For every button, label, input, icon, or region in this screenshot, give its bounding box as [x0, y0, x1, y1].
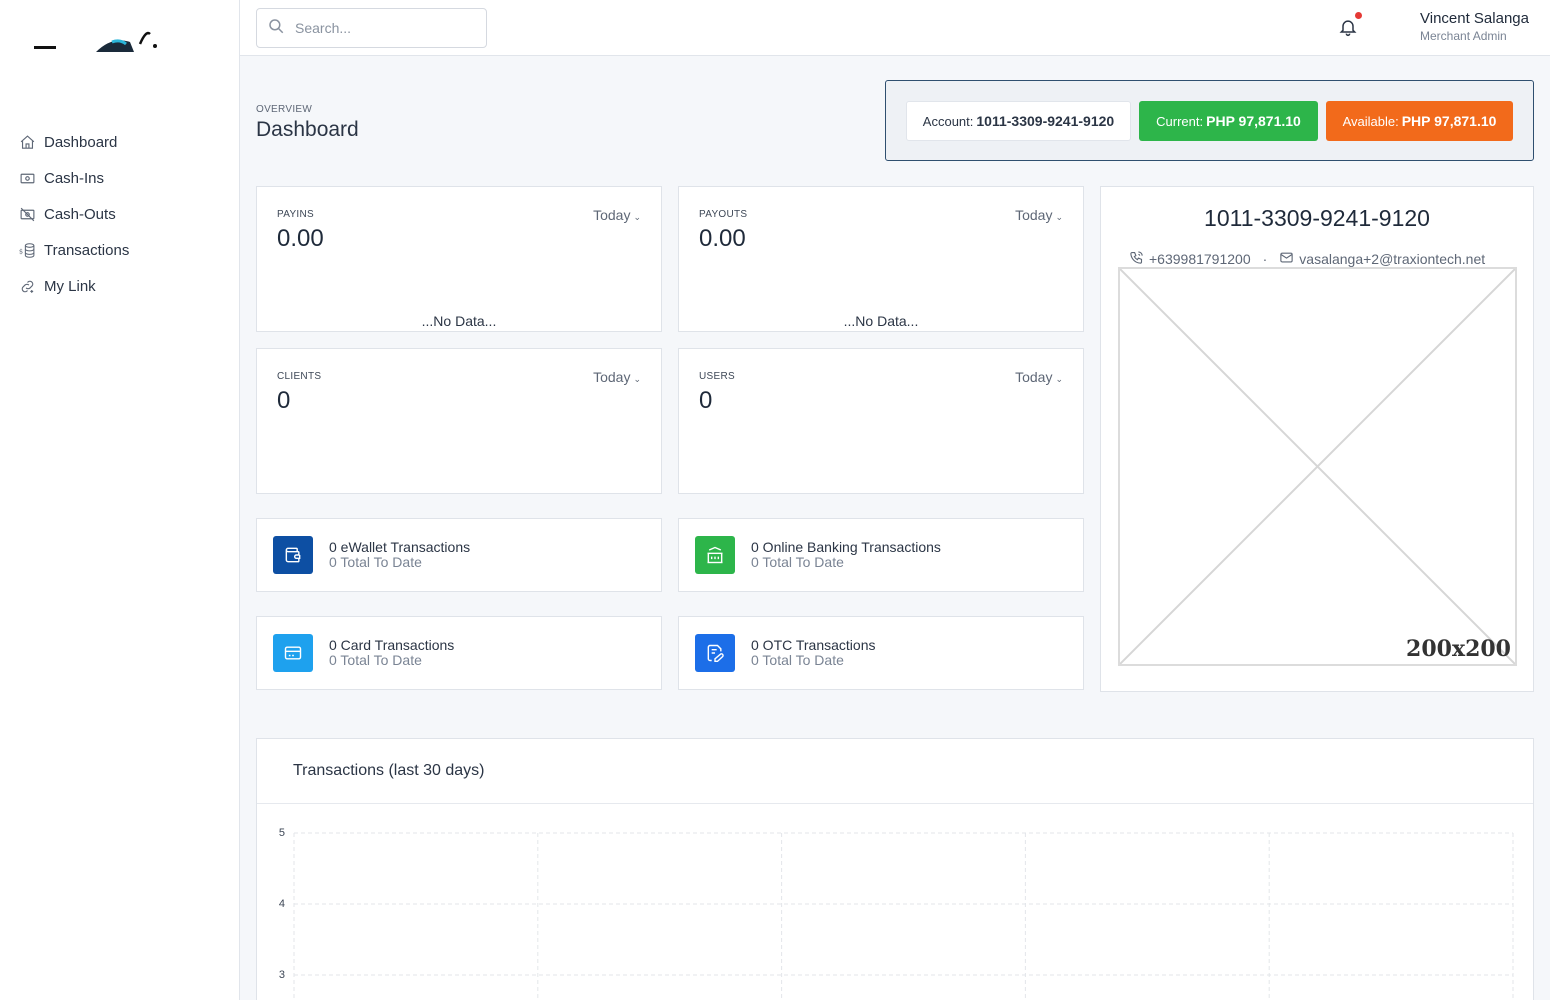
users-card: USERS 0 Today ⌄: [678, 348, 1084, 494]
payins-no-data: ...No Data...: [421, 313, 497, 329]
ewallet-title: 0 eWallet Transactions: [329, 539, 471, 555]
payins-value: 0.00: [277, 225, 324, 252]
cash-icon: [18, 169, 36, 187]
cash-off-icon: [18, 205, 36, 223]
chevron-down-icon: ⌄: [633, 374, 641, 384]
chevron-down-icon: ⌄: [1055, 212, 1063, 222]
notification-badge: [1355, 12, 1362, 19]
sidebar-item-my-link[interactable]: My Link: [0, 268, 240, 304]
mail-icon: [1279, 250, 1299, 268]
payouts-label: PAYOUTS: [699, 209, 748, 220]
sidebar-item-label: Cash-Outs: [44, 205, 116, 223]
ewallet-transactions-card: 0 eWallet Transactions 0 Total To Date: [256, 518, 662, 592]
chart-y-tick-label: 4: [279, 898, 285, 910]
payins-card: PAYINS 0.00 Today ⌄ ...No Data...: [256, 186, 662, 332]
account-balance-panel: Account: 1011-3309-9241-9120 Current: PH…: [885, 80, 1534, 161]
topbar: Vincent Salanga Merchant Admin: [240, 0, 1550, 56]
sidebar-item-label: Cash-Ins: [44, 169, 105, 187]
sidebar-item-dashboard[interactable]: Dashboard: [0, 124, 240, 160]
account-profile-card: 1011-3309-9241-9120 +639981791200 · vasa…: [1100, 186, 1534, 692]
sidebar-item-cash-outs[interactable]: Cash-Outs: [0, 196, 240, 232]
payins-period-dropdown[interactable]: Today ⌄: [593, 207, 641, 223]
current-value: PHP 97,871.10: [1206, 113, 1301, 129]
svg-text:$: $: [19, 247, 23, 255]
sidebar-item-label: My Link: [44, 277, 96, 295]
credit-card-icon: [273, 634, 313, 672]
chart-y-tick-label: 3: [279, 969, 285, 981]
otc-subtitle: 0 Total To Date: [751, 652, 844, 668]
payins-label: PAYINS: [277, 209, 314, 220]
user-menu[interactable]: Vincent Salanga Merchant Admin: [1420, 10, 1529, 43]
payouts-period-dropdown[interactable]: Today ⌄: [1015, 207, 1063, 223]
period-label: Today: [593, 369, 631, 385]
users-label: USERS: [699, 371, 735, 382]
user-role: Merchant Admin: [1420, 29, 1507, 43]
otc-transactions-card: 0 OTC Transactions 0 Total To Date: [678, 616, 1084, 690]
payouts-no-data: ...No Data...: [843, 313, 919, 329]
account-value: 1011-3309-9241-9120: [976, 113, 1115, 129]
available-balance-badge: Available: PHP 97,871.10: [1326, 101, 1513, 141]
page-title: Dashboard: [256, 118, 359, 141]
banking-subtitle: 0 Total To Date: [751, 554, 844, 570]
search-box[interactable]: [256, 8, 487, 48]
chevron-down-icon: ⌄: [1055, 374, 1063, 384]
link-icon: [18, 277, 36, 295]
account-number-badge: Account: 1011-3309-9241-9120: [906, 101, 1131, 141]
current-balance-badge: Current: PHP 97,871.10: [1139, 101, 1318, 141]
user-name: Vincent Salanga: [1420, 10, 1529, 27]
bank-icon: [695, 536, 735, 574]
available-value: PHP 97,871.10: [1401, 113, 1497, 129]
profile-contact: +639981791200 · vasalanga+2@traxiontech.…: [1129, 250, 1485, 268]
card-transactions-card: 0 Card Transactions 0 Total To Date: [256, 616, 662, 690]
sidebar-item-label: Transactions: [44, 241, 130, 259]
page-pretitle: OVERVIEW: [256, 104, 313, 115]
chart-y-tick-label: 5: [279, 827, 285, 839]
sidebar-item-label: Dashboard: [44, 133, 118, 151]
card-title: 0 Card Transactions: [329, 637, 455, 653]
transactions-chart-card: Transactions (last 30 days) 5 4 3: [256, 738, 1534, 1000]
users-period-dropdown[interactable]: Today ⌄: [1015, 369, 1063, 385]
sidebar-item-cash-ins[interactable]: Cash-Ins: [0, 160, 240, 196]
online-banking-transactions-card: 0 Online Banking Transactions 0 Total To…: [678, 518, 1084, 592]
clients-label: CLIENTS: [277, 371, 322, 382]
period-label: Today: [1015, 207, 1053, 223]
payouts-card: PAYOUTS 0.00 Today ⌄ ...No Data...: [678, 186, 1084, 332]
profile-email: vasalanga+2@traxiontech.net: [1299, 251, 1486, 267]
ewallet-subtitle: 0 Total To Date: [329, 554, 422, 570]
receipt-edit-icon: [695, 634, 735, 672]
payouts-value: 0.00: [699, 225, 746, 252]
profile-account-number: 1011-3309-9241-9120: [1204, 205, 1430, 231]
account-label: Account:: [922, 113, 974, 129]
qr-code-placeholder-image: 200x200: [1118, 267, 1517, 666]
bell-icon: [1338, 20, 1358, 42]
search-icon: [267, 17, 285, 40]
profile-phone: +639981791200: [1149, 251, 1251, 267]
available-label: Available:: [1342, 113, 1399, 129]
database-dollar-icon: $: [18, 241, 36, 259]
placeholder-dimensions: 200x200: [1406, 636, 1511, 662]
transactions-line-chart: 5 4 3: [279, 827, 1514, 1000]
clients-period-dropdown[interactable]: Today ⌄: [593, 369, 641, 385]
clients-card: CLIENTS 0 Today ⌄: [256, 348, 662, 494]
sidebar-item-transactions[interactable]: $ Transactions: [0, 232, 240, 268]
home-icon: [18, 133, 36, 151]
notification-button[interactable]: [1338, 12, 1362, 42]
period-label: Today: [1015, 369, 1053, 385]
otc-title: 0 OTC Transactions: [751, 637, 876, 653]
sidebar: Dashboard Cash-Ins Cash-Outs $ Transacti…: [0, 0, 240, 1000]
phone-icon: [1129, 250, 1149, 268]
wallet-icon: [273, 536, 313, 574]
brand-logo[interactable]: [34, 30, 164, 54]
chevron-down-icon: ⌄: [633, 212, 641, 222]
banking-title: 0 Online Banking Transactions: [751, 539, 941, 555]
users-value: 0: [699, 387, 713, 414]
search-input[interactable]: [295, 20, 475, 36]
card-subtitle: 0 Total To Date: [329, 652, 422, 668]
sidebar-nav: Dashboard Cash-Ins Cash-Outs $ Transacti…: [0, 124, 240, 304]
current-label: Current:: [1156, 113, 1204, 129]
chart-title: Transactions (last 30 days): [257, 739, 1533, 804]
contact-separator: ·: [1262, 251, 1268, 267]
period-label: Today: [593, 207, 631, 223]
clients-value: 0: [277, 387, 291, 414]
